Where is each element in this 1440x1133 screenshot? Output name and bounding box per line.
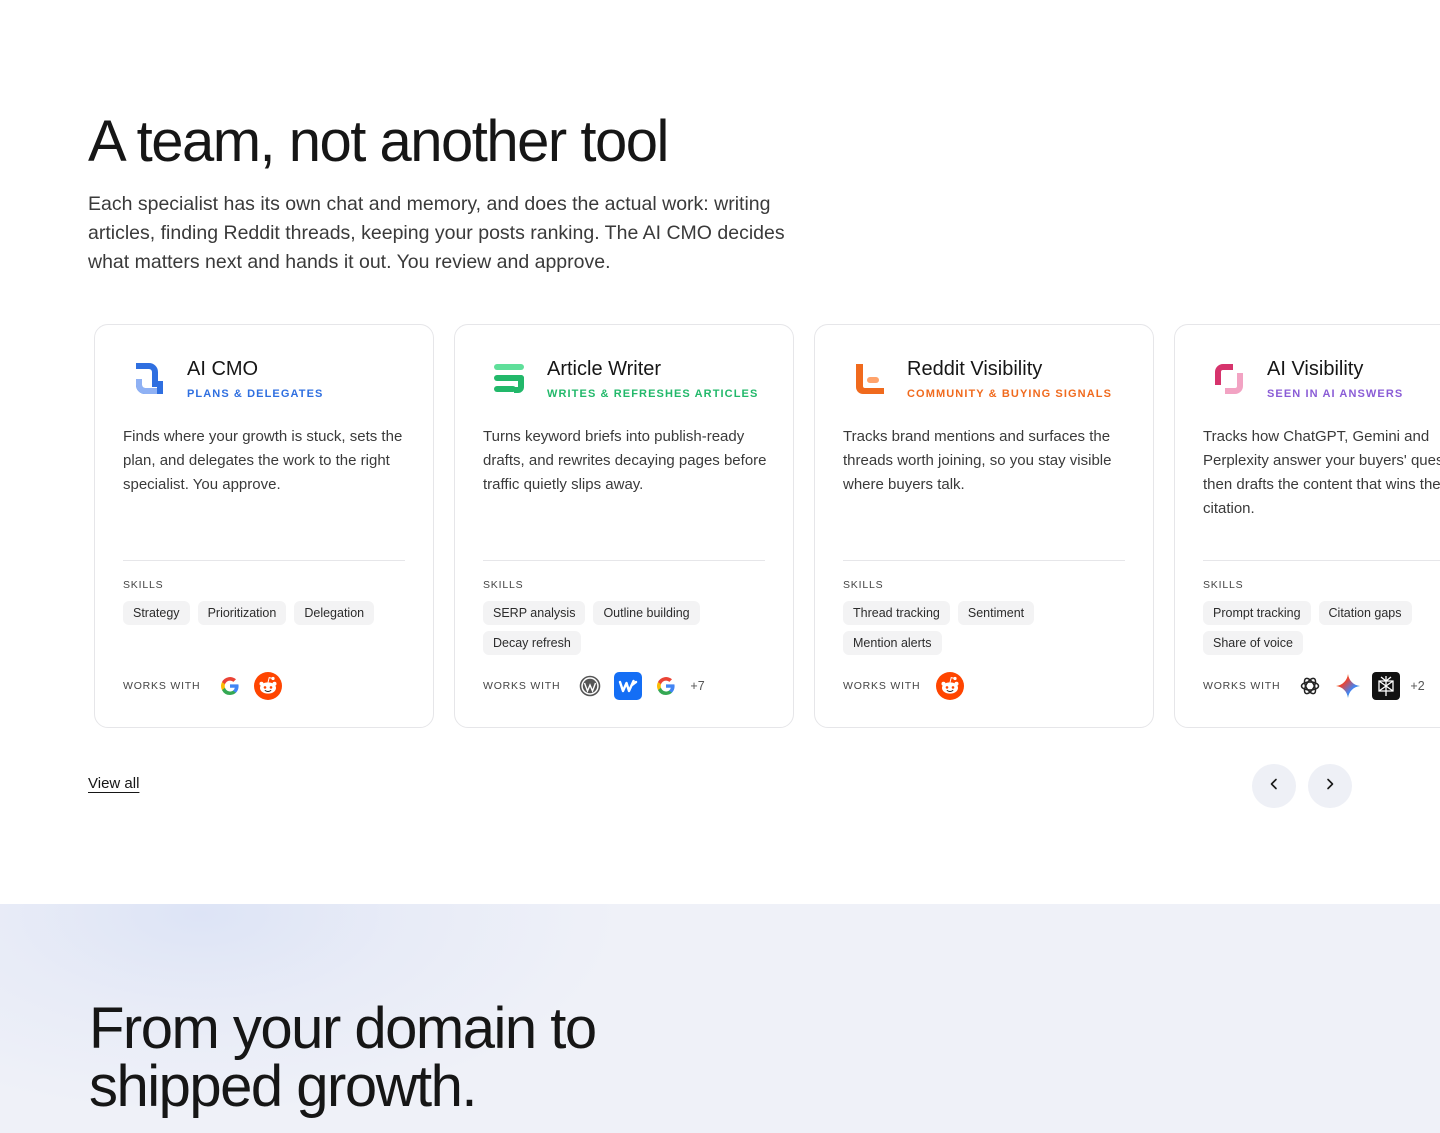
- card-divider: [483, 560, 765, 561]
- carousel-next-button[interactable]: [1308, 764, 1352, 808]
- works-with-row: WORKS WITH: [123, 669, 283, 703]
- next-section-band: From your domain to shipped growth.: [0, 904, 1440, 1133]
- card-tagline: WRITES & REFRESHES ARTICLES: [547, 388, 759, 400]
- card-title: Reddit Visibility: [907, 358, 1043, 380]
- next-section-title: From your domain to shipped growth.: [89, 996, 597, 1119]
- skills-label: SKILLS: [1203, 579, 1244, 591]
- works-with-label: WORKS WITH: [483, 680, 561, 692]
- ai-visibility-logo-icon: [1211, 359, 1247, 399]
- perplexity-icon: [1372, 672, 1401, 700]
- ai-cmo-logo-icon: [131, 359, 167, 399]
- card-description: Finds where your growth is stuck, sets t…: [123, 428, 403, 493]
- skill-chip: Decay refresh: [483, 631, 581, 655]
- chatgpt-icon: [1296, 672, 1324, 700]
- skill-chip: Outline building: [593, 601, 700, 625]
- skills-label: SKILLS: [843, 579, 884, 591]
- skills-label: SKILLS: [123, 579, 164, 591]
- view-all-link[interactable]: View all: [88, 775, 139, 792]
- reddit-icon: [936, 672, 965, 700]
- more-integrations-count: +2: [1410, 679, 1425, 693]
- more-integrations-count: +7: [690, 679, 705, 693]
- skill-chip: Citation gaps: [1318, 601, 1412, 625]
- article-writer-logo-icon: [491, 359, 527, 399]
- specialist-card-reddit-visibility[interactable]: Reddit Visibility COMMUNITY & BUYING SIG…: [814, 324, 1154, 728]
- skills-list: Thread tracking Sentiment Mention alerts: [843, 601, 1133, 655]
- card-divider: [1203, 560, 1440, 561]
- google-icon: [652, 672, 680, 700]
- webflow-icon: [614, 672, 643, 700]
- skills-list: Prompt tracking Citation gaps Share of v…: [1203, 601, 1440, 655]
- skill-chip: Sentiment: [957, 601, 1035, 625]
- card-description: Tracks how ChatGPT, Gemini and Perplexit…: [1203, 428, 1440, 517]
- works-with-row: WORKS WITH: [843, 669, 965, 703]
- skill-chip: Mention alerts: [843, 631, 942, 655]
- card-title: Article Writer: [547, 358, 662, 380]
- card-divider: [123, 560, 405, 561]
- card-title: AI Visibility: [1267, 358, 1364, 380]
- works-with-row: WORKS WITH: [483, 669, 705, 703]
- skill-chip: Thread tracking: [843, 601, 950, 625]
- skills-list: SERP analysis Outline building Decay ref…: [483, 601, 773, 655]
- skill-chip: Prompt tracking: [1203, 601, 1311, 625]
- card-description: Tracks brand mentions and surfaces the t…: [843, 428, 1112, 493]
- reddit-icon: [254, 672, 283, 700]
- card-tagline: PLANS & DELEGATES: [187, 388, 324, 400]
- specialist-card-ai-visibility[interactable]: AI Visibility SEEN IN AI ANSWERS Tracks …: [1174, 324, 1440, 728]
- chevron-right-icon: [1323, 777, 1337, 796]
- works-with-row: WORKS WITH: [1203, 669, 1425, 703]
- specialist-card-article-writer[interactable]: Article Writer WRITES & REFRESHES ARTICL…: [454, 324, 794, 728]
- google-icon: [216, 672, 244, 700]
- specialist-card-ai-cmo[interactable]: AI CMO PLANS & DELEGATES Finds where you…: [94, 324, 434, 728]
- card-title: AI CMO: [187, 358, 259, 380]
- skill-chip: SERP analysis: [483, 601, 586, 625]
- skill-chip: Delegation: [294, 601, 375, 625]
- works-with-label: WORKS WITH: [123, 680, 201, 692]
- skills-label: SKILLS: [483, 579, 524, 591]
- card-tagline: COMMUNITY & BUYING SIGNALS: [907, 388, 1113, 400]
- skill-chip: Prioritization: [197, 601, 287, 625]
- wordpress-icon: [576, 672, 604, 700]
- skill-chip: Strategy: [123, 601, 190, 625]
- card-description: Turns keyword briefs into publish-ready …: [483, 428, 767, 493]
- hero-section: A team, not another tool Each specialist…: [88, 108, 848, 277]
- works-with-label: WORKS WITH: [843, 680, 921, 692]
- chevron-left-icon: [1267, 777, 1281, 796]
- section-subtitle: Each specialist has its own chat and mem…: [88, 193, 785, 273]
- card-divider: [843, 560, 1125, 561]
- works-with-label: WORKS WITH: [1203, 680, 1281, 692]
- card-tagline: SEEN IN AI ANSWERS: [1267, 388, 1404, 400]
- reddit-visibility-logo-icon: [851, 359, 887, 399]
- gemini-icon: [1334, 672, 1362, 700]
- skills-list: Strategy Prioritization Delegation: [123, 601, 413, 625]
- section-title: A team, not another tool: [88, 109, 669, 174]
- specialist-carousel: AI CMO PLANS & DELEGATES Finds where you…: [94, 324, 1440, 728]
- carousel-prev-button[interactable]: [1252, 764, 1296, 808]
- skill-chip: Share of voice: [1203, 631, 1303, 655]
